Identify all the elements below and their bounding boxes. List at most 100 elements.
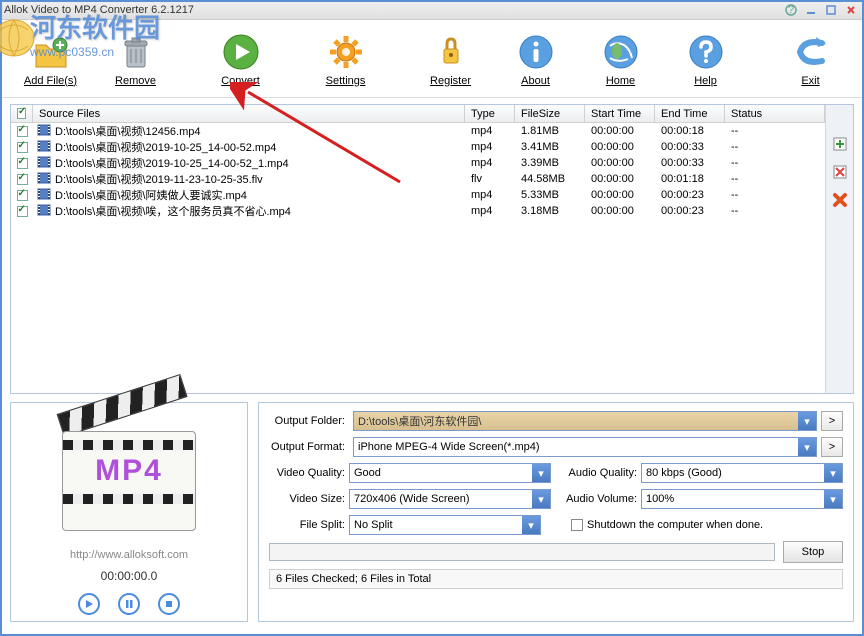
side-clear-button[interactable] <box>831 191 849 209</box>
audio-quality-label: Audio Quality: <box>561 467 641 479</box>
row-end: 00:00:23 <box>655 189 725 201</box>
preview-thumbnail: MP4 <box>54 413 204 543</box>
table-row[interactable]: D:\tools\桌面\视频\阿姨做人要诚实.mp4 mp4 5.33MB 00… <box>11 187 825 203</box>
home-button[interactable]: Home <box>578 24 663 93</box>
titlebar: Allok Video to MP4 Converter 6.2.1217 ? <box>0 0 864 20</box>
stop-button[interactable]: Stop <box>783 541 843 563</box>
register-label: Register <box>430 75 471 87</box>
header-checkbox[interactable] <box>11 105 33 122</box>
header-type[interactable]: Type <box>465 105 515 122</box>
header-start[interactable]: Start Time <box>585 105 655 122</box>
output-format-more[interactable]: > <box>821 437 843 457</box>
row-start: 00:00:00 <box>585 141 655 153</box>
dropdown-icon[interactable]: ▾ <box>798 412 816 430</box>
home-label: Home <box>606 75 635 87</box>
row-status: -- <box>725 173 825 185</box>
svg-text:?: ? <box>788 4 794 16</box>
dropdown-icon[interactable]: ▾ <box>532 464 550 482</box>
video-quality-label: Video Quality: <box>269 467 349 479</box>
help-label: Help <box>694 75 717 87</box>
row-status: -- <box>725 141 825 153</box>
close-icon[interactable] <box>842 3 860 17</box>
side-add-button[interactable] <box>831 135 849 153</box>
minimize-icon[interactable] <box>802 3 820 17</box>
dropdown-icon[interactable]: ▾ <box>824 464 842 482</box>
film-icon <box>37 188 51 203</box>
row-size: 5.33MB <box>515 189 585 201</box>
table-row[interactable]: D:\tools\桌面\视频\2019-10-25_14-00-52.mp4 m… <box>11 139 825 155</box>
convert-button[interactable]: Convert <box>198 24 283 93</box>
remove-button[interactable]: Remove <box>93 24 178 93</box>
help-button[interactable]: Help <box>663 24 748 93</box>
about-button[interactable]: About <box>493 24 578 93</box>
row-filename: D:\tools\桌面\视频\2019-10-25_14-00-52_1.mp4 <box>33 155 465 171</box>
settings-panel: Output Folder: D:\tools\桌面\河东软件园\▾ > Out… <box>258 402 854 622</box>
list-side-buttons <box>825 105 853 393</box>
output-format-field[interactable]: iPhone MPEG-4 Wide Screen(*.mp4)▾ <box>353 437 817 457</box>
row-filename: D:\tools\桌面\视频\2019-10-25_14-00-52.mp4 <box>33 139 465 155</box>
video-size-field[interactable]: 720x406 (Wide Screen)▾ <box>349 489 551 509</box>
row-checkbox[interactable] <box>17 142 28 153</box>
film-icon <box>37 172 51 187</box>
maximize-icon[interactable] <box>822 3 840 17</box>
row-size: 3.39MB <box>515 157 585 169</box>
row-checkbox[interactable] <box>17 158 28 169</box>
row-filename: D:\tools\桌面\视频\唉，这个服务员真不省心.mp4 <box>33 203 465 219</box>
row-start: 00:00:00 <box>585 157 655 169</box>
row-checkbox[interactable] <box>17 126 28 137</box>
output-folder-label: Output Folder: <box>269 415 349 427</box>
settings-button[interactable]: Settings <box>303 24 388 93</box>
row-end: 00:01:18 <box>655 173 725 185</box>
exit-button[interactable]: Exit <box>768 24 853 93</box>
table-row[interactable]: D:\tools\桌面\视频\2019-10-25_14-00-52_1.mp4… <box>11 155 825 171</box>
side-remove-button[interactable] <box>831 163 849 181</box>
header-end[interactable]: End Time <box>655 105 725 122</box>
preview-panel: MP4 http://www.alloksoft.com 00:00:00.0 <box>10 402 248 622</box>
dropdown-icon[interactable]: ▾ <box>824 490 842 508</box>
row-filename: D:\tools\桌面\视频\12456.mp4 <box>33 123 465 139</box>
progress-bar <box>269 543 775 561</box>
status-text: 6 Files Checked; 6 Files in Total <box>269 569 843 589</box>
row-status: -- <box>725 189 825 201</box>
audio-quality-field[interactable]: 80 kbps (Good)▾ <box>641 463 843 483</box>
row-type: mp4 <box>465 141 515 153</box>
settings-label: Settings <box>326 75 366 87</box>
film-icon <box>37 204 51 219</box>
dropdown-icon[interactable]: ▾ <box>798 438 816 456</box>
dropdown-icon[interactable]: ▾ <box>522 516 540 534</box>
video-size-label: Video Size: <box>269 493 349 505</box>
shutdown-checkbox[interactable] <box>571 519 583 531</box>
list-header: Source Files Type FileSize Start Time En… <box>11 105 825 123</box>
toolbar: Add File(s) Remove Convert Settings Regi… <box>0 20 864 98</box>
preview-time: 00:00:00.0 <box>101 569 158 583</box>
row-checkbox[interactable] <box>17 174 28 185</box>
about-label: About <box>521 75 550 87</box>
film-icon <box>37 124 51 139</box>
row-size: 44.58MB <box>515 173 585 185</box>
add-files-label: Add File(s) <box>24 75 77 87</box>
row-end: 00:00:33 <box>655 157 725 169</box>
row-end: 00:00:33 <box>655 141 725 153</box>
dropdown-icon[interactable]: ▾ <box>532 490 550 508</box>
row-checkbox[interactable] <box>17 206 28 217</box>
play-button[interactable] <box>78 593 100 615</box>
table-row[interactable]: D:\tools\桌面\视频\2019-11-23-10-25-35.flv f… <box>11 171 825 187</box>
header-source[interactable]: Source Files <box>33 105 465 122</box>
stop-preview-button[interactable] <box>158 593 180 615</box>
pause-button[interactable] <box>118 593 140 615</box>
header-size[interactable]: FileSize <box>515 105 585 122</box>
output-folder-browse[interactable]: > <box>821 411 843 431</box>
titlebar-help-icon[interactable]: ? <box>782 3 800 17</box>
film-icon <box>37 140 51 155</box>
output-folder-field[interactable]: D:\tools\桌面\河东软件园\▾ <box>353 411 817 431</box>
output-format-label: Output Format: <box>269 441 349 453</box>
video-quality-field[interactable]: Good▾ <box>349 463 551 483</box>
audio-volume-field[interactable]: 100%▾ <box>641 489 843 509</box>
row-checkbox[interactable] <box>17 190 28 201</box>
add-files-button[interactable]: Add File(s) <box>8 24 93 93</box>
register-button[interactable]: Register <box>408 24 493 93</box>
table-row[interactable]: D:\tools\桌面\视频\12456.mp4 mp4 1.81MB 00:0… <box>11 123 825 139</box>
header-status[interactable]: Status <box>725 105 825 122</box>
table-row[interactable]: D:\tools\桌面\视频\唉，这个服务员真不省心.mp4 mp4 3.18M… <box>11 203 825 219</box>
file-split-field[interactable]: No Split▾ <box>349 515 541 535</box>
